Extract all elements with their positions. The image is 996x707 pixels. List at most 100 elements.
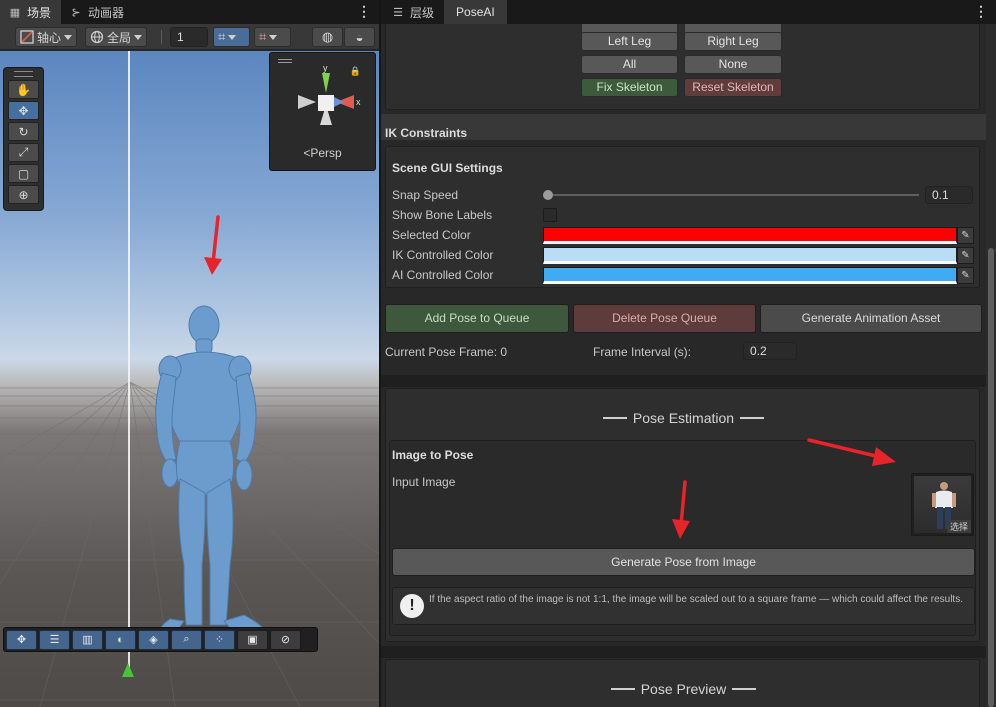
none-button[interactable]: None	[684, 55, 782, 74]
tab-hierarchy[interactable]: ☰ 层级	[381, 0, 444, 24]
grid-icon: ▥	[82, 634, 93, 646]
scene-toolbar: 轴心 全局 1 ⌗ ⌗ ◍ ◒	[0, 24, 379, 50]
gizmo-grip[interactable]	[278, 59, 292, 63]
scene-tabbar: ▦ 场景 ⊱ 动画器 ⋮	[0, 0, 379, 24]
globe-icon	[90, 30, 104, 44]
more-options-icon[interactable]: ⋮	[357, 3, 371, 20]
image-to-pose-title: Image to Pose	[392, 448, 474, 462]
toolbar-separator	[161, 30, 162, 44]
grid-size-field[interactable]: 1	[170, 27, 208, 47]
all-button[interactable]: All	[581, 55, 678, 74]
move-tool-button[interactable]: ✥	[8, 101, 39, 120]
frame-interval-field[interactable]: 0.2	[743, 342, 797, 360]
palette-grip[interactable]	[14, 71, 33, 77]
eyedropper-icon[interactable]: ✎	[957, 227, 974, 244]
global-dropdown[interactable]: 全局	[85, 27, 148, 47]
eyedropper-icon[interactable]: ✎	[957, 267, 974, 284]
pivot-dropdown[interactable]: 轴心	[15, 27, 78, 47]
scale-icon: ⤢	[18, 145, 29, 159]
snap-speed-slider-knob[interactable]	[543, 190, 553, 200]
layers-overlay-button[interactable]: ◈	[138, 629, 169, 650]
orientation-gizmo[interactable]: 🔒 y x <Persp	[269, 52, 376, 171]
pivot-icon	[20, 30, 34, 44]
axis-gizmo-icon[interactable]: y x	[292, 65, 364, 137]
rect-icon: ▢	[17, 166, 30, 181]
scene-panel: ▦ 场景 ⊱ 动画器 ⋮ 轴心 全局 1 ⌗ ⌗ ◍ ◒ ✋ ✥ ↻ ⤢ ▢ ⊕…	[0, 0, 379, 707]
tab-scene[interactable]: ▦ 场景	[0, 0, 62, 24]
projection-toggle[interactable]: <Persp	[270, 146, 375, 160]
hand-icon: ✋	[16, 82, 31, 97]
tool-palette: ✋ ✥ ↻ ⤢ ▢ ⊕	[3, 67, 44, 211]
rect-tool-button[interactable]: ▢	[8, 164, 39, 183]
move-icon: ✥	[18, 103, 29, 118]
animator-icon: ⊱	[71, 6, 81, 19]
snap-overlay-button[interactable]: ☰	[39, 629, 70, 650]
search-overlay-button[interactable]: ⌕	[171, 629, 202, 650]
scene-overlay-toolbar: ✥ ☰ ▥ ◐ ◈ ⌕ ⁘ ▣ ⊘	[3, 627, 318, 652]
reset-skeleton-button[interactable]: Reset Skeleton	[684, 78, 782, 97]
tab-poseai[interactable]: PoseAI	[444, 0, 507, 24]
chevron-down-icon	[228, 34, 237, 40]
fix-skeleton-button[interactable]: Fix Skeleton	[581, 78, 678, 97]
pivot-overlay-button[interactable]: ⁘	[204, 629, 235, 650]
frame-interval-label: Frame Interval (s):	[593, 345, 692, 359]
left-leg-button[interactable]: Left Leg	[581, 32, 678, 51]
hand-tool-button[interactable]: ✋	[8, 80, 39, 99]
choose-image-button[interactable]: 选择	[946, 520, 971, 533]
ai-controlled-color-swatch[interactable]	[543, 267, 957, 284]
gizmo-sphere-icon: ◍	[321, 29, 334, 44]
input-image-field[interactable]: 选择	[911, 473, 974, 536]
scene-viewport[interactable]: ✋ ✥ ↻ ⤢ ▢ ⊕ 🔒 y x <Persp ✥ ☰ ▥ ◐ ◈ ⌕ ⁘ ▣…	[0, 51, 379, 707]
show-bone-labels-checkbox[interactable]	[543, 208, 557, 222]
increment-snap-icon: ⌗	[259, 29, 267, 44]
right-leg-button[interactable]: Right Leg	[684, 32, 782, 51]
delete-pose-queue-button[interactable]: Delete Pose Queue	[573, 304, 756, 333]
tab-animator[interactable]: ⊱ 动画器	[61, 0, 134, 24]
move-icon: ✥	[16, 634, 27, 646]
grid-icon: ▦	[9, 6, 21, 19]
gizmo-x-label: x	[356, 97, 361, 107]
inspector-scrollbar[interactable]	[986, 24, 996, 707]
selected-color-swatch[interactable]	[543, 227, 957, 244]
ik-constraints-label: IK Constraints	[385, 126, 468, 140]
compass-icon: ⊘	[280, 634, 291, 646]
annotation-arrow-down-scene	[204, 215, 222, 275]
show-bone-labels-label: Show Bone Labels	[392, 208, 493, 222]
gizmo-y-label: y	[323, 65, 328, 73]
y-axis-line	[128, 51, 130, 677]
camera-overlay-button[interactable]: ▣	[237, 629, 268, 650]
chevron-down-icon	[64, 34, 73, 40]
grid-snap-icon: ⌗	[218, 29, 226, 44]
shading-sphere-icon: ◒	[355, 29, 364, 45]
generate-pose-from-image-button[interactable]: Generate Pose from Image	[392, 548, 975, 576]
move-overlay-button[interactable]: ✥	[6, 629, 37, 650]
ik-controlled-color-swatch[interactable]	[543, 247, 957, 264]
title-dash-right	[732, 688, 757, 690]
shading-overlay-button[interactable]: ◐	[105, 629, 136, 650]
section-separator	[381, 646, 986, 658]
scrollbar-thumb[interactable]	[988, 248, 994, 707]
snap-speed-field[interactable]: 0.1	[925, 186, 973, 204]
snap-speed-slider[interactable]	[545, 194, 919, 196]
increment-snap-dropdown[interactable]: ⌗	[254, 27, 291, 47]
gizmo-toggle-button[interactable]: ◍	[312, 27, 343, 47]
transform-tool-button[interactable]: ⊕	[8, 185, 39, 204]
rotate-tool-button[interactable]: ↻	[8, 122, 39, 141]
add-pose-to-queue-button[interactable]: Add Pose to Queue	[385, 304, 569, 333]
compass-overlay-button[interactable]: ⊘	[270, 629, 301, 650]
grid-snap-dropdown[interactable]: ⌗	[213, 27, 250, 47]
selected-color-label: Selected Color	[392, 228, 471, 242]
chevron-down-icon	[134, 34, 143, 40]
title-dash-left	[610, 688, 635, 690]
humanoid-model[interactable]	[150, 303, 280, 633]
scene-gui-title: Scene GUI Settings	[392, 161, 503, 175]
scale-tool-button[interactable]: ⤢	[8, 143, 39, 162]
layers-icon: ◈	[149, 634, 158, 646]
generate-animation-asset-button[interactable]: Generate Animation Asset	[760, 304, 982, 333]
poseai-panel: ☰ 层级 PoseAI ⋮ Left Leg Right Leg All Non…	[381, 0, 996, 707]
grid-overlay-button[interactable]: ▥	[72, 629, 103, 650]
ik-constraints-header[interactable]	[381, 114, 986, 140]
eyedropper-icon[interactable]: ✎	[957, 247, 974, 264]
more-options-icon[interactable]: ⋮	[974, 3, 988, 20]
shading-toggle-button[interactable]: ◒	[344, 27, 375, 47]
